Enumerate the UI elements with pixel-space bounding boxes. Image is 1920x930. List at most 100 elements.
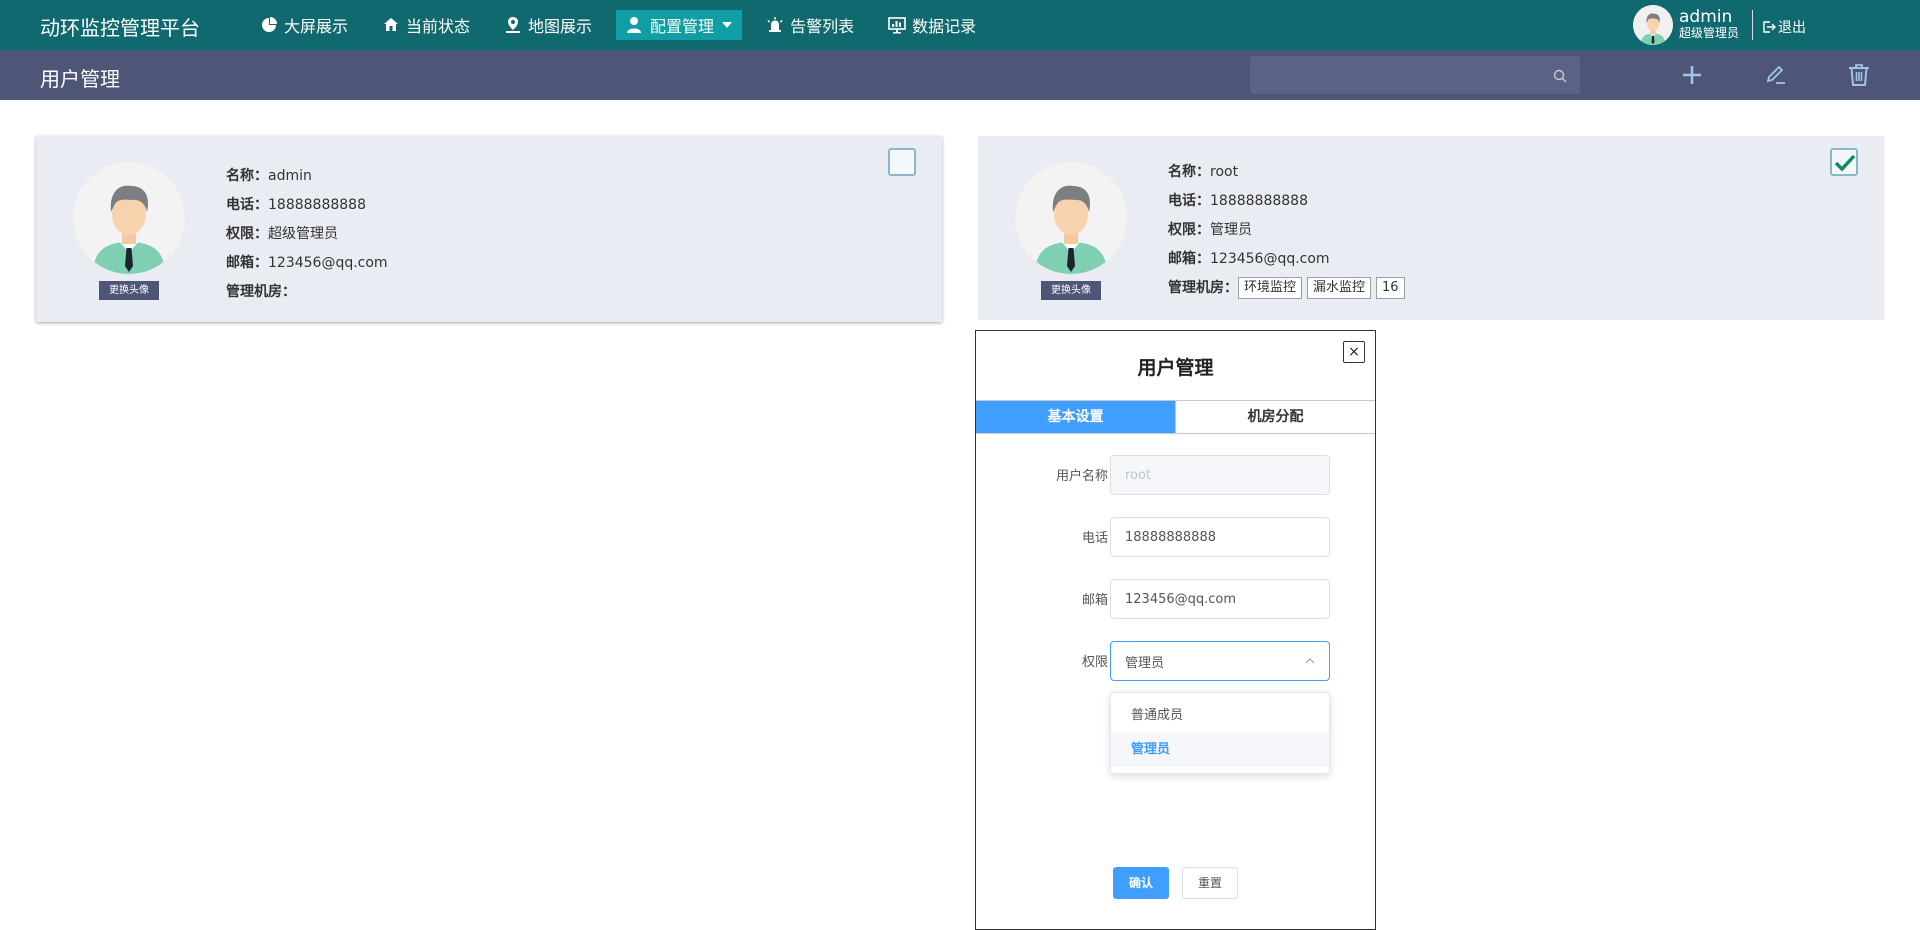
nav-label: 当前状态 xyxy=(406,17,471,36)
search-icon[interactable] xyxy=(1552,68,1568,84)
logout-label: 退出 xyxy=(1778,20,1806,36)
rooms-label: 管理机房： xyxy=(226,284,296,300)
nav-label: 数据记录 xyxy=(912,17,977,36)
main-nav: 大屏展示 当前状态 地图展示 配置管理 告警列表 数据记录 xyxy=(250,0,1000,50)
room-tag: 漏水监控 xyxy=(1307,277,1372,299)
trash-icon xyxy=(1849,64,1869,86)
perm-label: 权限： xyxy=(1168,222,1210,238)
name-value: root xyxy=(1210,164,1239,180)
user-avatar-icon xyxy=(73,162,185,274)
user-card[interactable]: 更换头像 名称：admin 电话：18888888888 权限：超级管理员 邮箱… xyxy=(36,136,942,322)
app-title: 动环监控管理平台 xyxy=(40,16,200,40)
user-avatar-icon xyxy=(1015,162,1127,274)
chevron-down-icon xyxy=(722,22,733,28)
perm-value: 超级管理员 xyxy=(268,226,338,242)
confirm-button[interactable]: 确认 xyxy=(1113,867,1169,899)
nav-item-dashboard[interactable]: 大屏展示 xyxy=(250,10,358,40)
perm-row: 权限：管理员 xyxy=(1168,216,1410,245)
nav-label: 告警列表 xyxy=(790,17,855,36)
name-label: 名称： xyxy=(226,168,268,184)
rooms-row: 管理机房： xyxy=(226,278,388,307)
delete-button[interactable] xyxy=(1846,62,1872,88)
nav-item-alarms[interactable]: 告警列表 xyxy=(756,10,864,40)
nav-item-records[interactable]: 数据记录 xyxy=(878,10,986,40)
email-row: 邮箱：123456@qq.com xyxy=(226,249,388,278)
close-button[interactable]: × xyxy=(1343,341,1365,363)
nav-label: 地图展示 xyxy=(528,17,593,36)
tab-room-assignment[interactable]: 机房分配 xyxy=(1175,401,1375,433)
name-row: 名称：admin xyxy=(226,162,388,191)
username-field[interactable] xyxy=(1110,455,1330,495)
select-checkbox[interactable] xyxy=(1830,148,1858,176)
name-row: 名称：root xyxy=(1168,158,1410,187)
user-name: admin xyxy=(1679,7,1733,27)
perm-value: 管理员 xyxy=(1210,222,1252,238)
dialog-tabs: 基本设置 机房分配 xyxy=(976,400,1375,434)
dialog-title: 用户管理 xyxy=(1137,357,1214,379)
logout-icon xyxy=(1763,21,1776,33)
nav-label: 大屏展示 xyxy=(284,17,349,36)
avatar xyxy=(1633,5,1673,45)
email-label: 邮箱： xyxy=(1168,251,1210,267)
name-value: admin xyxy=(268,168,312,184)
phone-label: 电话： xyxy=(1168,193,1210,209)
plus-icon xyxy=(1683,66,1701,84)
check-icon xyxy=(1834,154,1856,172)
rooms-row: 管理机房： 环境监控 漏水监控 16 xyxy=(1168,274,1410,303)
edit-icon xyxy=(1766,65,1785,84)
select-checkbox[interactable] xyxy=(888,148,916,176)
nav-item-map[interactable]: 地图展示 xyxy=(494,10,602,40)
home-icon xyxy=(382,16,400,34)
email-value: 123456@qq.com xyxy=(1210,251,1330,267)
perm-row: 权限：超级管理员 xyxy=(226,220,388,249)
dropdown-option-selected[interactable]: 管理员 xyxy=(1111,733,1329,767)
nav-item-config[interactable]: 配置管理 xyxy=(616,10,743,40)
perm-label: 权限： xyxy=(226,226,268,242)
pie-chart-icon xyxy=(260,16,278,34)
name-label: 名称： xyxy=(1168,164,1210,180)
email-label: 邮箱： xyxy=(226,255,268,271)
email-label: 邮箱 xyxy=(1081,593,1108,608)
phone-field[interactable] xyxy=(1110,517,1330,557)
add-button[interactable] xyxy=(1679,62,1705,88)
current-user[interactable]: admin 超级管理员 xyxy=(1633,4,1739,46)
logout-button[interactable]: 退出 xyxy=(1762,17,1806,37)
room-tag: 环境监控 xyxy=(1238,277,1303,299)
monitor-chart-icon xyxy=(888,16,906,34)
user-role: 超级管理员 xyxy=(1679,26,1740,40)
change-avatar-button[interactable]: 更换头像 xyxy=(1041,281,1101,300)
search-input[interactable] xyxy=(1250,56,1540,94)
reset-button[interactable]: 重置 xyxy=(1182,867,1238,899)
user-info: admin 超级管理员 xyxy=(1679,9,1739,41)
phone-value: 18888888888 xyxy=(268,197,366,213)
email-row: 邮箱：123456@qq.com xyxy=(1168,245,1410,274)
email-value: 123456@qq.com xyxy=(268,255,388,271)
avatar xyxy=(1015,162,1127,274)
tab-basic-settings[interactable]: 基本设置 xyxy=(976,401,1175,433)
top-nav-bar: 动环监控管理平台 大屏展示 当前状态 地图展示 配置管理 告警列表 数据记录 a… xyxy=(0,0,1920,50)
edit-button[interactable] xyxy=(1763,62,1789,88)
page-title: 用户管理 xyxy=(40,67,120,91)
phone-label: 电话： xyxy=(226,197,268,213)
dropdown-option[interactable]: 普通成员 xyxy=(1111,699,1329,733)
map-pin-icon xyxy=(504,16,522,34)
email-field[interactable] xyxy=(1110,579,1330,619)
avatar xyxy=(73,162,185,274)
permission-select[interactable] xyxy=(1110,641,1330,681)
permission-label: 权限 xyxy=(1081,655,1108,670)
phone-label: 电话 xyxy=(1081,531,1108,546)
change-avatar-button[interactable]: 更换头像 xyxy=(99,281,159,300)
nav-item-status[interactable]: 当前状态 xyxy=(372,10,480,40)
user-info: 名称：admin 电话：18888888888 权限：超级管理员 邮箱：1234… xyxy=(226,162,388,307)
nav-label: 配置管理 xyxy=(650,17,715,36)
alarm-icon xyxy=(766,16,784,34)
phone-row: 电话：18888888888 xyxy=(226,191,388,220)
chevron-up-icon xyxy=(1305,658,1315,664)
search-box xyxy=(1250,56,1580,94)
user-info: 名称：root 电话：18888888888 权限：管理员 邮箱：123456@… xyxy=(1168,158,1410,303)
user-card[interactable]: 更换头像 名称：root 电话：18888888888 权限：管理员 邮箱：12… xyxy=(978,136,1884,320)
page-header: 用户管理 xyxy=(0,50,1920,100)
permission-dropdown: 普通成员 管理员 xyxy=(1110,692,1330,774)
divider xyxy=(1752,10,1753,40)
phone-value: 18888888888 xyxy=(1210,193,1308,209)
